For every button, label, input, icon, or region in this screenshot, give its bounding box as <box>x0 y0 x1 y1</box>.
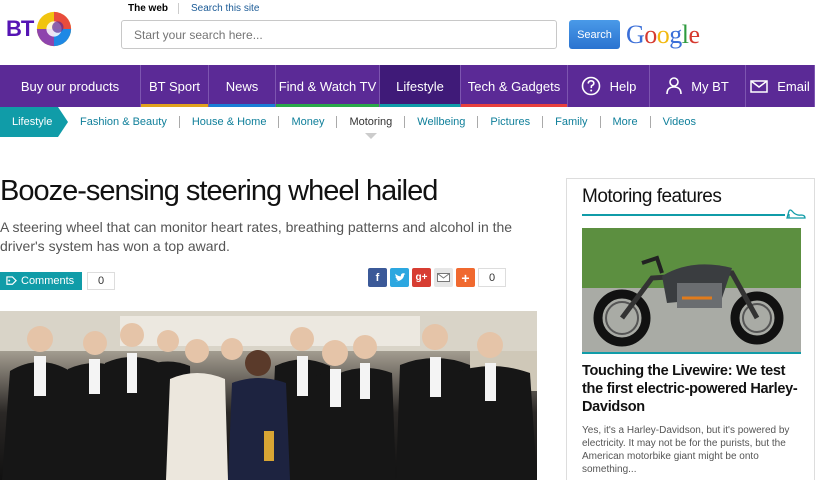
subnav-item-fashion-beauty[interactable]: Fashion & Beauty <box>80 116 179 128</box>
feature-image-rule <box>582 352 801 354</box>
subnav-item-more[interactable]: More <box>599 116 650 128</box>
google-logo-letter: o <box>644 20 657 49</box>
googleplus-icon[interactable]: g+ <box>412 268 431 287</box>
search-button[interactable]: Search <box>569 20 620 49</box>
envelope-icon <box>750 79 773 93</box>
comments-count: 0 <box>87 272 115 290</box>
google-logo-letter: G <box>626 20 645 49</box>
more-share-icon[interactable]: + <box>456 268 475 287</box>
nav-item-label: Tech & Gadgets <box>467 78 561 94</box>
nav-item-news[interactable]: News <box>209 65 276 107</box>
share-bar: f g+ + 0 <box>368 268 506 287</box>
subnav-items: Fashion & Beauty House & Home Money Motorin… <box>80 116 708 139</box>
email-share-icon[interactable] <box>434 268 453 287</box>
nav-item-label: News <box>225 78 259 94</box>
nav-item-lifestyle[interactable]: Lifestyle <box>380 65 461 107</box>
sub-navigation: Lifestyle Fashion & Beauty House & Home Mo… <box>0 107 815 139</box>
nav-item-label: BT Sport <box>148 78 201 94</box>
article-photo <box>0 311 537 480</box>
search-input[interactable] <box>121 20 557 49</box>
share-count: 0 <box>478 268 506 287</box>
feature-headline[interactable]: Touching the Livewire: We test the first… <box>582 362 802 416</box>
article-standfirst: A steering wheel that can monitor heart … <box>0 219 513 254</box>
nav-item-label: My BT <box>691 78 729 94</box>
search-tab-site[interactable]: Search this site <box>178 3 269 14</box>
nav-item-label: Lifestyle <box>396 78 444 94</box>
header: BT The web Search this site Search Googl… <box>0 0 820 65</box>
nav-item-my-bt[interactable]: My BT <box>650 65 746 107</box>
motorcycle-image <box>582 228 801 352</box>
motoring-features-panel: Motoring features Touching the Livewire:… <box>566 178 815 480</box>
nav-item-label: Email <box>777 78 810 94</box>
high-heel-icon <box>786 209 806 219</box>
comments-button[interactable]: Comments <box>0 272 82 290</box>
subnav-item-house-home[interactable]: House & Home <box>178 116 279 128</box>
twitter-icon[interactable] <box>390 268 409 287</box>
sidebar-title: Motoring features <box>582 186 722 207</box>
nav-item-label: Find & Watch TV <box>278 78 377 94</box>
nav-item-label: Buy our products <box>20 78 120 94</box>
subnav-item-family[interactable]: Family <box>542 116 599 128</box>
facebook-icon[interactable]: f <box>368 268 387 287</box>
comment-tag-icon <box>6 275 17 285</box>
bt-globe-icon <box>37 11 72 47</box>
bt-logo[interactable]: BT <box>6 10 73 48</box>
article-headline: Booze-sensing steering wheel hailed <box>0 175 438 207</box>
subnav-item-pictures[interactable]: Pictures <box>477 116 542 128</box>
section-tag-lifestyle[interactable]: Lifestyle <box>0 107 68 137</box>
subnav-item-wellbeing[interactable]: Wellbeing <box>404 116 477 128</box>
google-logo-letter: l <box>681 20 689 49</box>
nav-item-label: Help <box>609 78 637 94</box>
google-logo-letter: g <box>669 20 682 49</box>
nav-item-help[interactable]: Help <box>568 65 650 107</box>
nav-item-find-watch-tv[interactable]: Find & Watch TV <box>276 65 380 107</box>
user-icon <box>666 77 687 95</box>
google-logo: Google <box>626 20 700 50</box>
search-tab-web[interactable]: The web <box>128 3 178 14</box>
search-scope-tabs: The web Search this site <box>128 3 269 14</box>
nav-item-buy-our-products[interactable]: Buy our products <box>0 65 141 107</box>
help-icon <box>581 76 606 96</box>
nav-item-bt-sport[interactable]: BT Sport <box>141 65 209 107</box>
bt-logo-text: BT <box>6 16 34 41</box>
sidebar-title-rule <box>582 214 785 216</box>
google-logo-letter: o <box>656 20 670 49</box>
subnav-item-money[interactable]: Money <box>278 116 336 128</box>
subnav-item-videos[interactable]: Videos <box>649 116 708 128</box>
subnav-item-motoring[interactable]: Motoring <box>336 116 404 139</box>
main-navigation: Buy our products BT Sport News Find & Watch… <box>0 65 815 107</box>
feature-summary: Yes, it's a Harley-Davidson, but it's po… <box>582 425 790 475</box>
nav-item-email[interactable]: Email <box>746 65 815 107</box>
comments-label: Comments <box>21 275 75 287</box>
feature-image[interactable] <box>582 228 801 352</box>
google-logo-letter: e <box>688 20 701 49</box>
award-group-photo <box>0 311 537 480</box>
nav-item-tech-gadgets[interactable]: Tech & Gadgets <box>461 65 568 107</box>
